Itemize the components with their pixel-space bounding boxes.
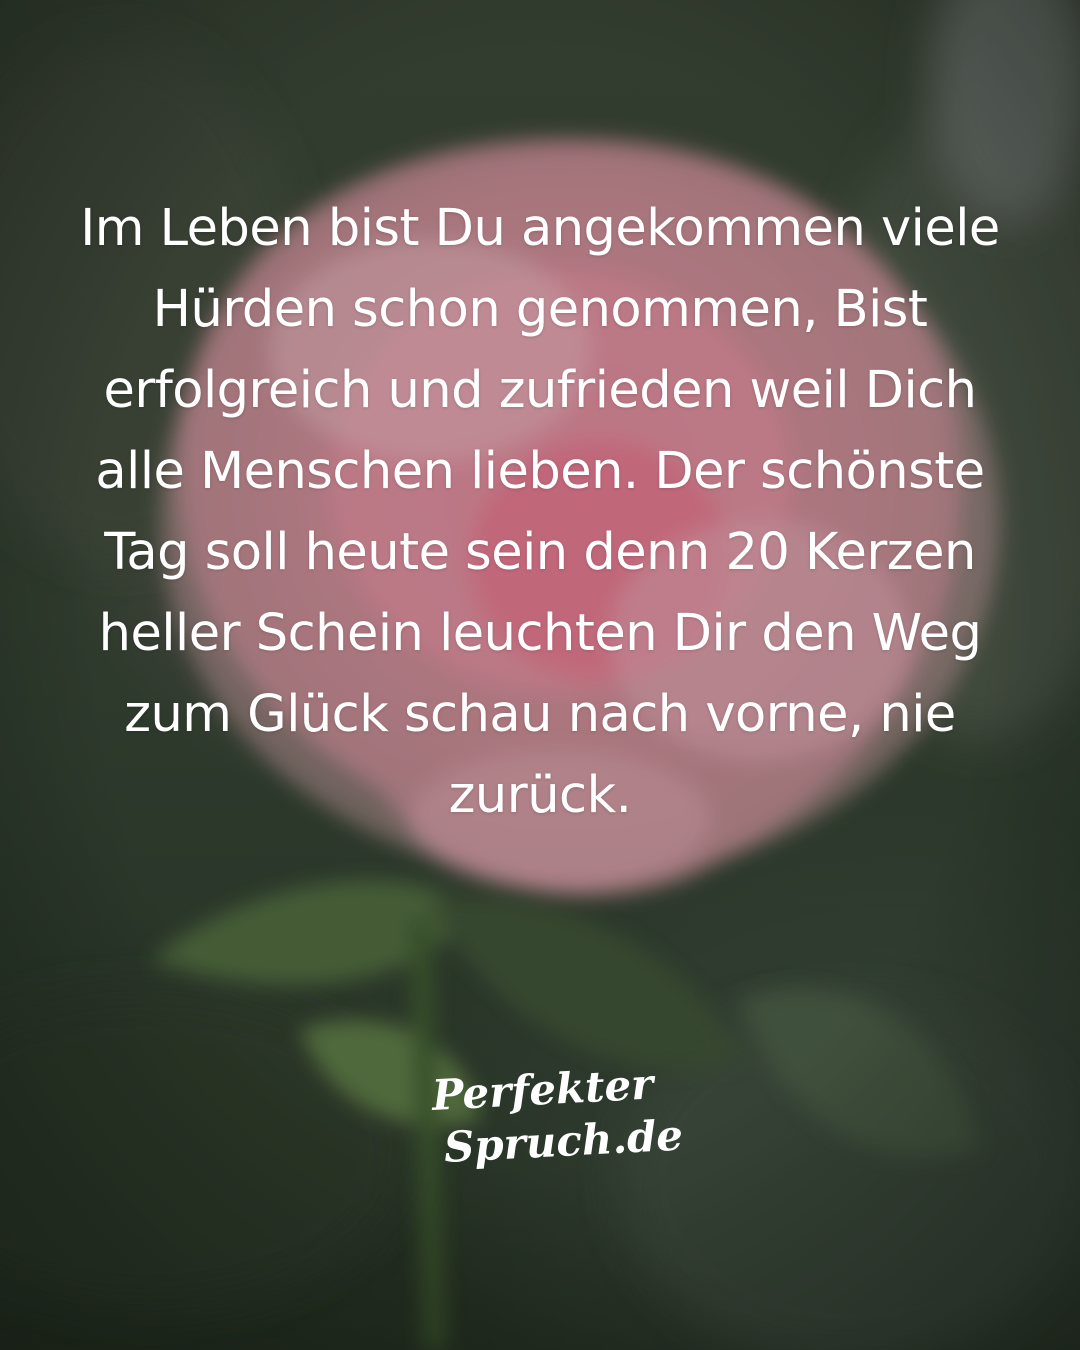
quote-line: Tag soll heute sein denn 20 Kerzen — [104, 523, 976, 582]
quote-line: zum Glück schau nach vorne, nie — [124, 685, 956, 744]
quote-line: heller Schein leuchten Dir den Weg — [98, 604, 982, 663]
quote-line: Im Leben bist Du angekommen viele — [80, 199, 1000, 258]
logo-line-perfekter: Perfekter — [430, 1059, 655, 1120]
quote-line: alle Menschen lieben. Der schönste — [95, 442, 985, 501]
quote-line: Hürden schon genommen, Bist — [152, 280, 928, 339]
quote-line: zurück. — [448, 766, 632, 825]
quote-text: Im Leben bist Du angekommen viele Hürden… — [60, 188, 1020, 836]
perfekter-spruch-logo: Perfekter Spruch.de — [400, 1059, 685, 1192]
logo-line-spruch: Spruch.de — [442, 1110, 685, 1172]
quote-line: erfolgreich und zufrieden weil Dich — [103, 361, 977, 420]
quote-card: Im Leben bist Du angekommen viele Hürden… — [0, 0, 1080, 1350]
